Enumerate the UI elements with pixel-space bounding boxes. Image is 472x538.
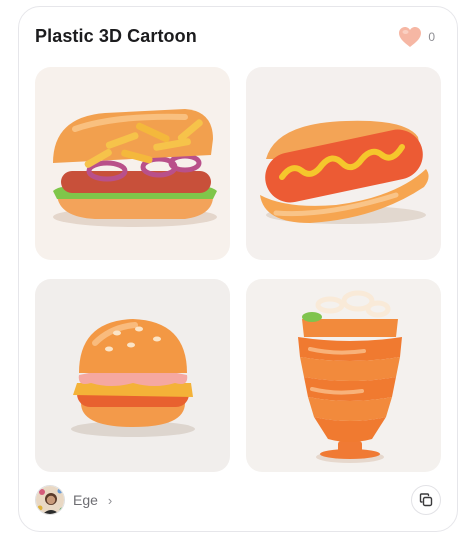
author-link[interactable]: Ege › bbox=[35, 485, 112, 515]
copy-icon bbox=[419, 493, 433, 507]
collection-title: Plastic 3D Cartoon bbox=[35, 26, 197, 46]
collection-card[interactable]: Plastic 3D Cartoon 0 Ege › bbox=[18, 6, 458, 532]
image-tile-burger[interactable] bbox=[35, 279, 230, 472]
image-tile-kebab[interactable] bbox=[246, 279, 441, 472]
chevron-right-icon: › bbox=[107, 492, 113, 508]
image-tile-sandwich[interactable] bbox=[35, 67, 230, 260]
author-name: Ege bbox=[73, 492, 98, 508]
burger-image bbox=[71, 319, 195, 437]
kebab-image bbox=[298, 290, 402, 463]
like-button[interactable]: 0 bbox=[398, 26, 435, 48]
like-count: 0 bbox=[428, 30, 435, 44]
copy-button[interactable] bbox=[411, 485, 441, 515]
hotdog-image bbox=[260, 120, 429, 224]
sandwich-image bbox=[53, 109, 217, 227]
avatar bbox=[35, 485, 65, 515]
heart-icon bbox=[399, 27, 422, 47]
image-tile-hotdog[interactable] bbox=[246, 67, 441, 260]
